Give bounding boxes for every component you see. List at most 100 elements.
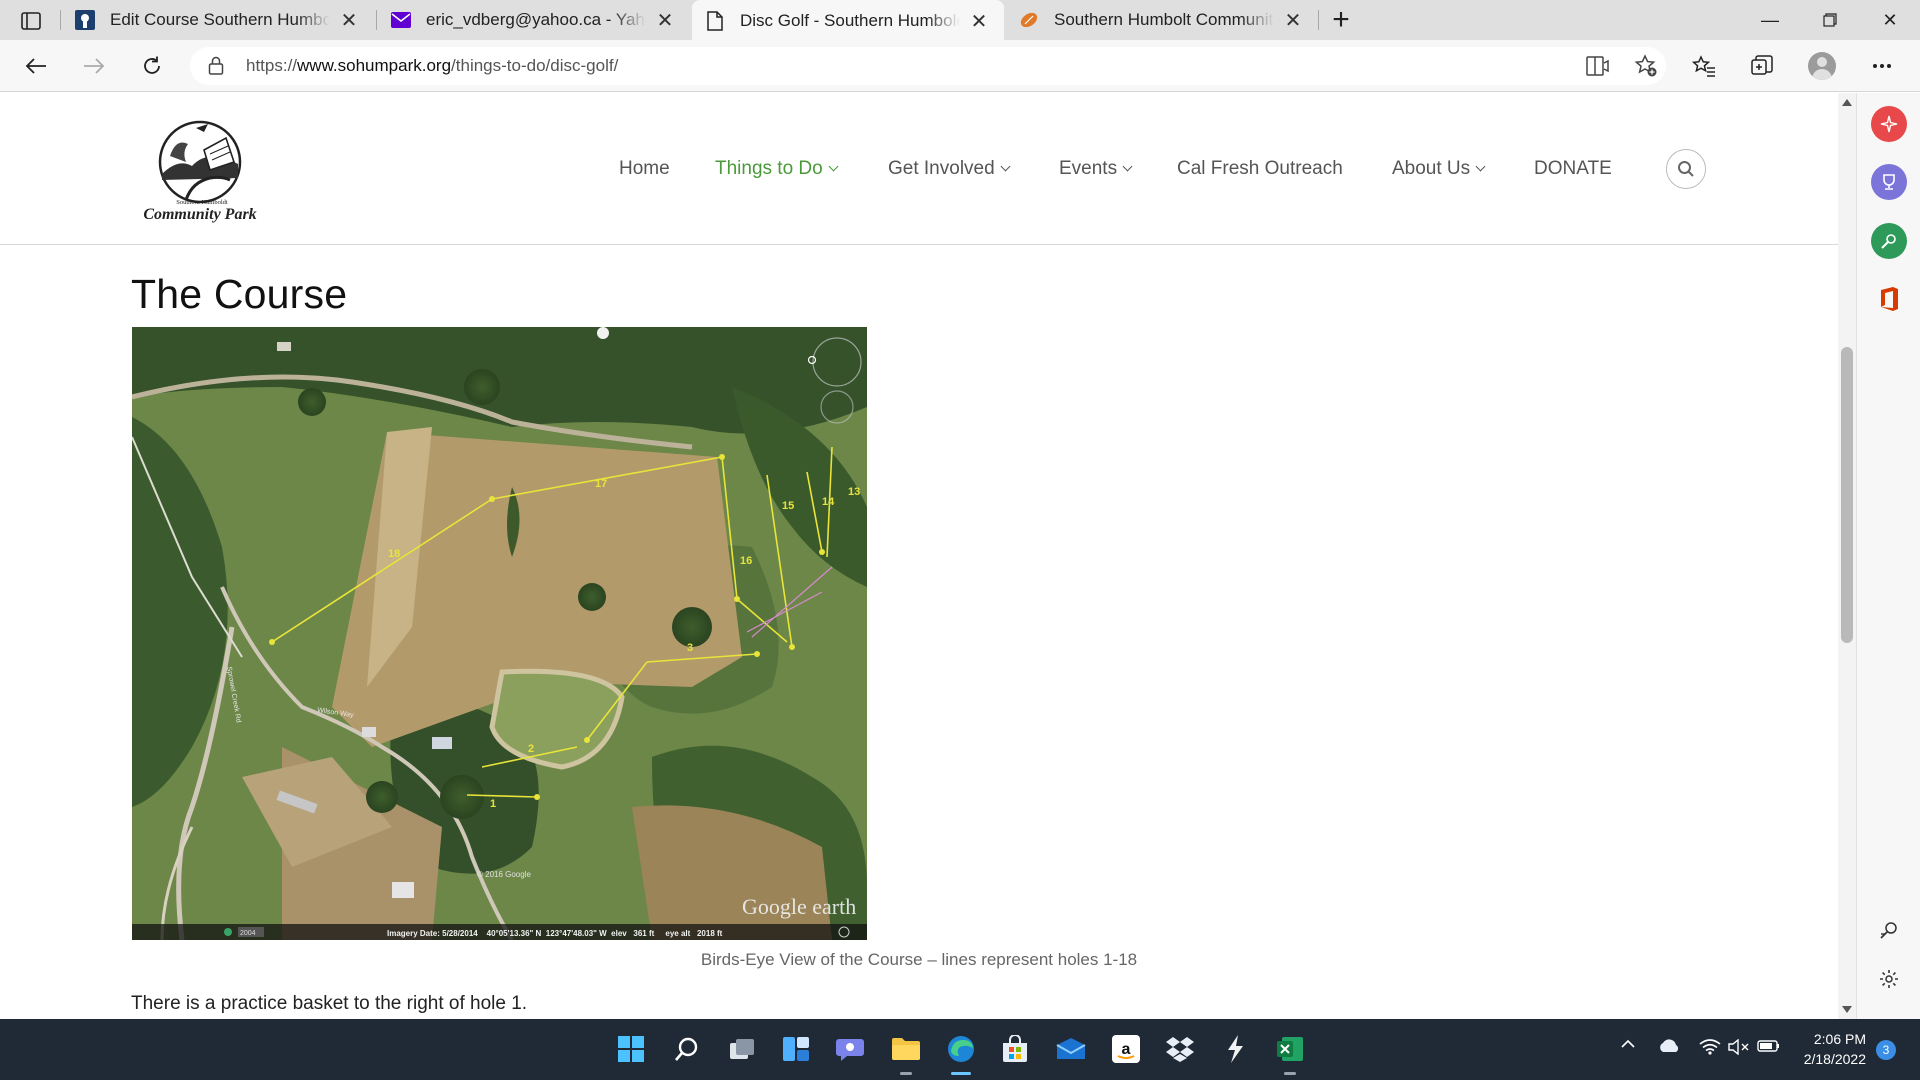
football-icon [1018,9,1040,31]
logo-text-southern: Southern Humboldt [176,199,228,206]
close-window-button[interactable]: ✕ [1860,0,1920,40]
tab-bar: Edit Course Southern Humboldt ✕ eric_vdb… [0,0,1920,42]
tools-button[interactable] [1871,223,1907,259]
taskbar-clock[interactable]: 2:06 PM 2/18/2022 [1790,1029,1866,1069]
notification-badge[interactable]: 3 [1876,1040,1896,1060]
arrow-right-icon [84,58,105,74]
menu-cal-fresh-outreach[interactable]: Cal Fresh Outreach [1177,158,1343,180]
hole-label-2: 2 [528,743,534,755]
sidebar-search-button[interactable] [1871,913,1907,949]
page-scrollbar[interactable] [1838,93,1856,1019]
edge-browser-button[interactable] [941,1029,981,1075]
volume-muted-icon[interactable] [1727,1039,1751,1055]
site-logo[interactable]: Southern Humboldt Community Park [130,118,274,223]
map-status-bar: Imagery Date: 5/28/2014 40°05'13.36" N 1… [387,929,723,938]
menu-get-involved[interactable]: Get Involved [888,158,1011,180]
tab-yahoo-mail[interactable]: eric_vdberg@yahoo.ca - Yahoo Mail ✕ [378,0,690,40]
refresh-button[interactable] [134,48,170,84]
immersive-reader-icon[interactable] [1582,50,1614,82]
favorites-icon[interactable] [1688,50,1720,82]
wifi-icon[interactable] [1698,1039,1722,1055]
tab-close-icon[interactable]: ✕ [968,10,990,33]
restore-icon [1823,13,1837,27]
battery-icon[interactable] [1756,1039,1782,1053]
minimize-button[interactable]: — [1740,0,1800,40]
profile-avatar[interactable] [1808,52,1836,80]
tab-close-icon[interactable]: ✕ [1282,9,1304,32]
scroll-up-arrow-icon[interactable] [1842,99,1852,106]
amazon-button[interactable]: a [1106,1029,1146,1069]
mail-app-icon [1056,1038,1086,1059]
widgets-icon [783,1037,809,1061]
games-button[interactable] [1871,164,1907,200]
show-hidden-icons-button[interactable] [1618,1039,1638,1049]
mail-app-button[interactable] [1051,1029,1091,1069]
scroll-thumb[interactable] [1841,347,1853,643]
chevron-down-icon [828,161,839,172]
excel-button[interactable] [1270,1029,1310,1075]
tab-title: eric_vdberg@yahoo.ca - Yahoo Mail [426,10,646,29]
folder-icon [892,1038,920,1060]
forward-button[interactable] [76,48,112,84]
lightning-icon [1228,1035,1243,1063]
tab-close-icon[interactable]: ✕ [654,9,676,32]
tab-separator [1318,10,1319,30]
menu-label: Home [619,158,670,179]
back-button[interactable] [18,48,54,84]
tab-actions-button[interactable] [14,8,48,34]
menu-things-to-do[interactable]: Things to Do [715,158,839,180]
microsoft-store-button[interactable] [995,1029,1035,1069]
lock-icon [208,56,224,81]
menu-donate[interactable]: DONATE [1534,158,1612,180]
menu-label: Cal Fresh Outreach [1177,158,1343,179]
office-button[interactable] [1871,281,1907,317]
chevron-down-icon [1122,161,1133,172]
logo-text-community-park: Community Park [143,206,256,223]
edge-sidebar [1856,93,1920,1019]
taskbar-search-button[interactable] [667,1029,707,1069]
discover-button[interactable] [1871,106,1907,142]
tab-separator [376,10,377,30]
scroll-down-arrow-icon[interactable] [1842,1006,1852,1013]
collections-icon[interactable] [1746,50,1778,82]
start-button[interactable] [611,1029,651,1069]
excel-icon [1277,1037,1303,1061]
tab-sohum-park[interactable]: Southern Humbolt Community Park ✕ [1006,0,1318,40]
app-lightning-button[interactable] [1215,1029,1255,1069]
dropbox-button[interactable] [1160,1029,1200,1069]
new-tab-button[interactable]: + [1326,5,1356,36]
add-favorite-icon[interactable] [1630,50,1662,82]
site-search-button[interactable] [1666,149,1706,189]
web-page: Southern Humboldt Community Park Home Th… [0,93,1838,1019]
map-year-badge: 2004 [240,930,256,937]
teams-chat-button[interactable] [830,1029,870,1069]
more-options-icon[interactable] [1866,50,1898,82]
active-indicator [951,1072,971,1075]
sidebar-settings-button[interactable] [1871,961,1907,997]
site-header: Southern Humboldt Community Park Home Th… [0,93,1838,245]
menu-home[interactable]: Home [619,158,670,180]
running-indicator [1284,1072,1296,1075]
tab-disc-golf[interactable]: Disc Golf - Southern Humboldt Community … [692,0,1004,42]
widgets-button[interactable] [776,1029,816,1069]
hole-label-17: 17 [595,478,607,490]
tab-title: Southern Humbolt Community Park [1054,10,1274,29]
restore-button[interactable] [1800,0,1860,40]
onedrive-icon[interactable] [1656,1039,1682,1053]
tab-edit-course[interactable]: Edit Course Southern Humboldt ✕ [62,0,374,40]
chat-icon [836,1039,864,1061]
hole-label-18: 18 [388,548,400,560]
menu-events[interactable]: Events [1059,158,1133,180]
hole-label-3: 3 [687,642,693,654]
tab-actions-icon [21,12,41,30]
task-view-button[interactable] [722,1029,762,1069]
hole-label-15: 15 [782,500,794,512]
menu-about-us[interactable]: About Us [1392,158,1486,180]
url-field[interactable]: https://www.sohumpark.org/things-to-do/d… [190,47,1666,85]
tab-title: Edit Course Southern Humboldt [110,10,330,29]
file-explorer-button[interactable] [886,1029,926,1075]
arrow-left-icon [25,58,46,74]
park-logo-icon: Southern Humboldt Community Park [143,120,257,223]
tab-close-icon[interactable]: ✕ [338,9,360,32]
url-path: /things-to-do/disc-golf/ [451,56,619,75]
